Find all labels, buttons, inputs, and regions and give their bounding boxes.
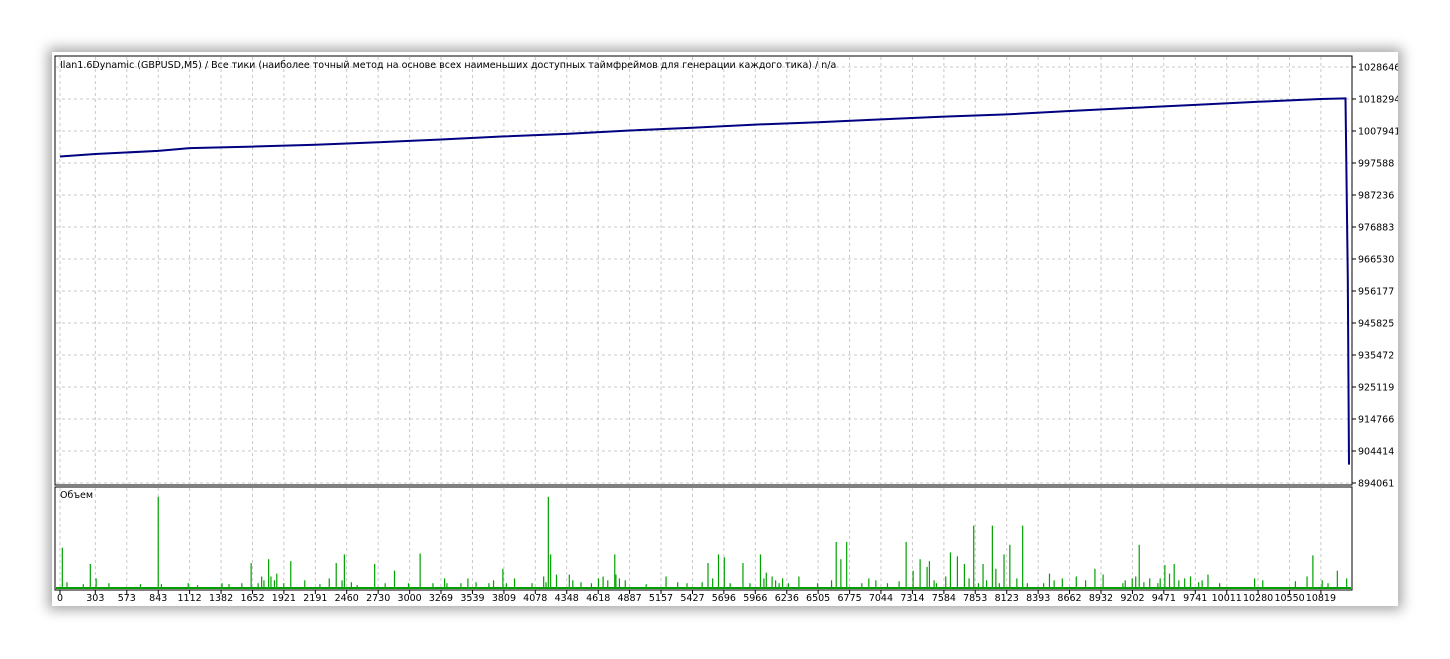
x-tick-label: 6505	[806, 593, 830, 604]
y-tick-label: 914766	[1358, 415, 1394, 426]
x-tick-label: 7314	[900, 593, 924, 604]
x-axis: 0 303 573 843 1112 1382 1652 1921 2191 2460 2730 30…	[57, 590, 1336, 604]
y-axis: 1028646 1018294 1007941 997588 987236 976883 9…	[1352, 63, 1398, 490]
y-tick-label: 945825	[1358, 318, 1394, 329]
x-tick-label: 5157	[649, 593, 673, 604]
balance-chart: 1028646 1018294 1007941 997588 987236 976883 9…	[54, 55, 1398, 604]
volume-plot-area	[54, 486, 1353, 591]
y-tick-label: 976883	[1358, 222, 1394, 233]
x-tick-label: 3809	[492, 593, 516, 604]
x-tick-label: 303	[86, 593, 104, 604]
y-tick-label: 966530	[1358, 254, 1394, 265]
x-tick-label: 7584	[932, 593, 956, 604]
y-tick-label: 1007941	[1358, 126, 1398, 137]
x-tick-label: 2730	[366, 593, 390, 604]
x-tick-label: 1921	[272, 593, 296, 604]
x-tick-label: 3000	[398, 593, 422, 604]
tester-graph-frame: 1028646 1018294 1007941 997588 987236 976883 9…	[52, 52, 1398, 606]
x-tick-label: 6775	[838, 593, 862, 604]
x-tick-label: 3539	[460, 593, 484, 604]
x-tick-label: 4078	[523, 593, 547, 604]
x-tick-label: 9202	[1120, 593, 1144, 604]
x-tick-label: 7853	[963, 593, 987, 604]
x-tick-label: 1652	[240, 593, 264, 604]
x-tick-label: 5966	[743, 593, 767, 604]
x-tick-label: 9741	[1183, 593, 1207, 604]
main-plot-area	[54, 55, 1353, 486]
x-tick-label: 10011	[1212, 593, 1242, 604]
x-tick-label: 843	[149, 593, 167, 604]
x-tick-label: 5427	[680, 593, 704, 604]
y-tick-label: 1028646	[1358, 63, 1398, 74]
x-tick-label: 10819	[1306, 593, 1336, 604]
y-tick-label: 894061	[1358, 479, 1394, 490]
x-tick-label: 8393	[1026, 593, 1050, 604]
x-tick-label: 2191	[303, 593, 327, 604]
x-tick-label: 0	[57, 593, 63, 604]
y-tick-label: 904414	[1358, 446, 1394, 457]
y-tick-label: 987236	[1358, 190, 1394, 201]
y-tick-label: 1018294	[1358, 94, 1398, 105]
volume-panel-label: Объем	[60, 490, 93, 501]
y-tick-label: 997588	[1358, 158, 1394, 169]
x-tick-label: 8123	[995, 593, 1019, 604]
x-tick-label: 4618	[586, 593, 610, 604]
x-tick-label: 4887	[617, 593, 641, 604]
x-tick-label: 5696	[712, 593, 736, 604]
x-tick-label: 10280	[1243, 593, 1273, 604]
x-tick-label: 4348	[555, 593, 579, 604]
x-tick-label: 2460	[335, 593, 359, 604]
x-tick-label: 8662	[1057, 593, 1081, 604]
x-tick-label: 1112	[178, 593, 202, 604]
x-tick-label: 8932	[1089, 593, 1113, 604]
x-tick-label: 7044	[869, 593, 893, 604]
x-tick-label: 3269	[429, 593, 453, 604]
x-tick-label: 1382	[209, 593, 233, 604]
x-tick-label: 6236	[775, 593, 799, 604]
x-tick-label: 10550	[1274, 593, 1304, 604]
x-tick-label: 9471	[1152, 593, 1176, 604]
chart-title: Ilan1.6Dynamic (GBPUSD,M5) / Все тики (н…	[60, 60, 836, 71]
x-tick-label: 573	[118, 593, 136, 604]
y-tick-label: 935472	[1358, 350, 1394, 361]
y-tick-label: 956177	[1358, 287, 1394, 298]
y-tick-label: 925119	[1358, 383, 1394, 394]
